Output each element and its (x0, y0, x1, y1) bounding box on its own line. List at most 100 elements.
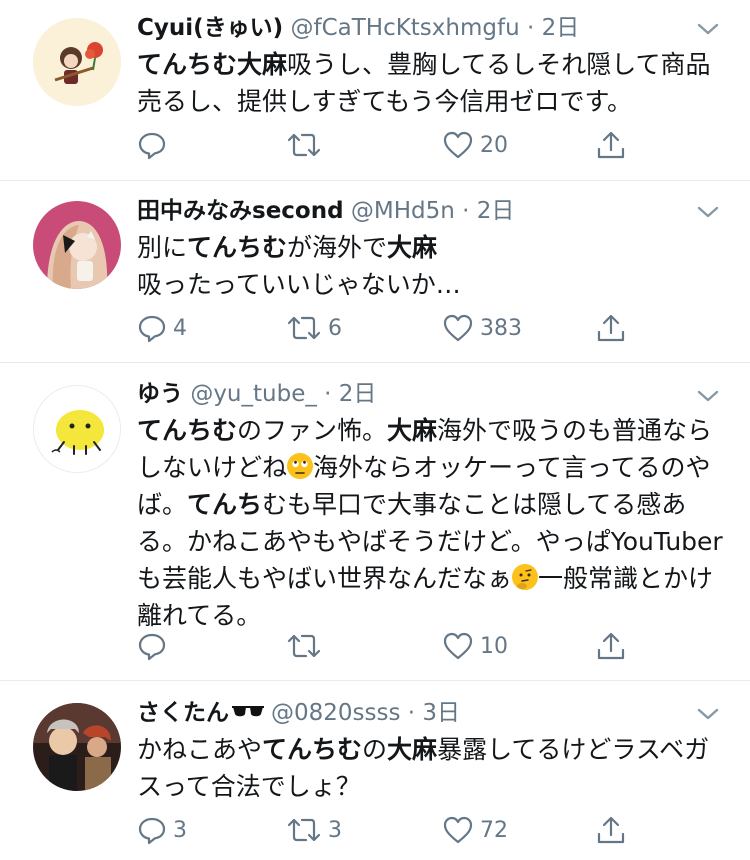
avatar-illustration (33, 18, 121, 106)
like-icon (443, 816, 473, 844)
eye-roll-emoji-icon (287, 453, 314, 479)
share-button[interactable] (595, 628, 627, 664)
text-segment: のファン怖。 (237, 416, 388, 445)
tweet[interactable]: さくたん @0820ssss · 3日 かねこあやてんちむの大麻暴露してるけどラス… (0, 681, 750, 860)
text-segment: 売るし、提供しすぎてもう今信用ゼロです。 (137, 87, 633, 116)
highlight-text: 大麻 (387, 416, 438, 445)
highlight-text: 大麻 (387, 735, 438, 764)
retweet-icon (287, 133, 321, 157)
reply-button[interactable]: 4 (137, 310, 187, 346)
tweet-actions: 3 3 72 (137, 812, 730, 848)
retweet-button[interactable]: 3 (286, 812, 342, 848)
text-segment: る。かねこあやもやばそうだけど。やっぱYouTuber (137, 527, 723, 556)
sunglasses-icon (232, 706, 264, 717)
share-button[interactable] (595, 127, 627, 163)
retweet-button[interactable]: 6 (286, 310, 342, 346)
like-icon (443, 314, 473, 342)
chevron-down-icon[interactable] (696, 20, 720, 38)
tweet-text: てんちむ大麻吸うし、豊胸してるしそれ隠して商品売るし、提供しすぎてもう今信用ゼロ… (137, 46, 730, 120)
user-handle[interactable]: @MHd5n (351, 198, 455, 224)
share-button[interactable] (595, 310, 627, 346)
avatar[interactable] (33, 18, 121, 106)
tweet-content: Cyui(きゅい) @fCaTHcKtsxhmgfu · 2日 てんちむ大麻吸う… (137, 12, 730, 120)
separator-dot: · (526, 15, 535, 41)
tweet-header: Cyui(きゅい) @fCaTHcKtsxhmgfu · 2日 (137, 12, 730, 44)
tweet-content: ゆう @yu_tube_ · 2日 てんちむのファン怖。大麻海外で吸うのも普通な… (137, 378, 730, 634)
text-segment: 別に (137, 233, 188, 262)
tweet-header: 田中みなみsecond @MHd5n · 2日 (137, 195, 730, 227)
display-name[interactable]: ゆう (137, 381, 183, 407)
tweet[interactable]: 田中みなみsecond @MHd5n · 2日 別にてんちむが海外で大麻 吸ったっ… (0, 181, 750, 363)
like-button[interactable]: 383 (442, 310, 522, 346)
tweet-header: ゆう @yu_tube_ · 2日 (137, 378, 730, 410)
text-segment: ば。 (137, 490, 188, 519)
share-icon (597, 314, 625, 342)
timestamp[interactable]: 2日 (542, 15, 580, 41)
tweet-text: てんちむのファン怖。大麻海外で吸うのも普通ならしないけどね 海外ならオッケーって言… (137, 412, 730, 634)
text-segment: の (362, 735, 388, 764)
tweet-actions: 20 (137, 127, 730, 163)
user-handle[interactable]: @fCaTHcKtsxhmgfu (290, 15, 519, 41)
tweet-feed: Cyui(きゅい) @fCaTHcKtsxhmgfu · 2日 てんちむ大麻吸う… (0, 0, 750, 860)
tweet[interactable]: Cyui(きゅい) @fCaTHcKtsxhmgfu · 2日 てんちむ大麻吸う… (0, 0, 750, 181)
like-count: 10 (480, 633, 508, 659)
reply-count: 4 (173, 315, 187, 341)
text-segment: 暴露してるけどラスベガ (437, 735, 710, 764)
chevron-down-icon[interactable] (696, 387, 720, 405)
reply-button[interactable] (137, 127, 173, 163)
reply-icon (138, 315, 166, 343)
highlight-text: てんちむ (262, 735, 363, 764)
text-segment: かねこあや (137, 735, 263, 764)
text-segment: しないけどね (137, 453, 288, 482)
text-segment: 吸うし、豊胸してるしそれ隠して商品 (287, 50, 711, 79)
avatar-illustration (33, 201, 121, 289)
tweet-text: 別にてんちむが海外で大麻 吸ったっていいじゃないか… (137, 229, 730, 303)
like-count: 383 (480, 315, 522, 341)
retweet-icon (287, 634, 321, 658)
like-button[interactable]: 10 (442, 628, 508, 664)
retweet-count: 6 (328, 315, 342, 341)
display-name[interactable]: Cyui(きゅい) (137, 15, 283, 41)
chevron-down-icon[interactable] (696, 203, 720, 221)
like-button[interactable]: 20 (442, 127, 508, 163)
text-segment: 離れてる。 (137, 601, 262, 630)
avatar[interactable] (33, 201, 121, 289)
reply-count: 3 (173, 817, 187, 843)
text-segment: 海外で吸うのも普通なら (437, 416, 713, 445)
avatar[interactable] (33, 385, 121, 473)
text-segment: むも早口で大事なことは隠してる感あ (262, 490, 687, 519)
display-name[interactable]: さくたん (137, 700, 229, 726)
reply-icon (138, 633, 166, 661)
reply-button[interactable]: 3 (137, 812, 187, 848)
separator-dot: · (407, 700, 416, 726)
retweet-icon (287, 818, 321, 842)
retweet-button[interactable] (286, 127, 328, 163)
text-segment: 一般常識とかけ (538, 564, 714, 593)
like-icon (443, 131, 473, 159)
retweet-icon (287, 316, 321, 340)
like-icon (443, 632, 473, 660)
highlight-text: てんちむ (137, 416, 238, 445)
retweet-button[interactable] (286, 628, 328, 664)
avatar-illustration (33, 703, 121, 791)
tweet-content: さくたん @0820ssss · 3日 かねこあやてんちむの大麻暴露してるけどラス… (137, 697, 730, 805)
reply-button[interactable] (137, 628, 173, 664)
user-handle[interactable]: @0820ssss (271, 700, 400, 726)
share-icon (597, 632, 625, 660)
timestamp[interactable]: 3日 (422, 700, 460, 726)
user-handle[interactable]: @yu_tube_ (190, 381, 317, 407)
chevron-down-icon[interactable] (696, 705, 720, 723)
avatar-illustration (34, 386, 120, 472)
like-button[interactable]: 72 (442, 812, 508, 848)
avatar[interactable] (33, 703, 121, 791)
text-segment: 海外ならオッケーって言ってるのや (313, 453, 711, 482)
share-button[interactable] (595, 812, 627, 848)
like-count: 72 (480, 817, 508, 843)
timestamp[interactable]: 2日 (339, 381, 377, 407)
tweet[interactable]: ゆう @yu_tube_ · 2日 てんちむのファン怖。大麻海外で吸うのも普通な… (0, 363, 750, 681)
reply-icon (138, 132, 166, 160)
timestamp[interactable]: 2日 (477, 198, 515, 224)
tweet-header: さくたん @0820ssss · 3日 (137, 697, 730, 729)
highlight-text: てんちむ大麻 (137, 50, 288, 79)
display-name[interactable]: 田中みなみsecond (137, 198, 344, 224)
